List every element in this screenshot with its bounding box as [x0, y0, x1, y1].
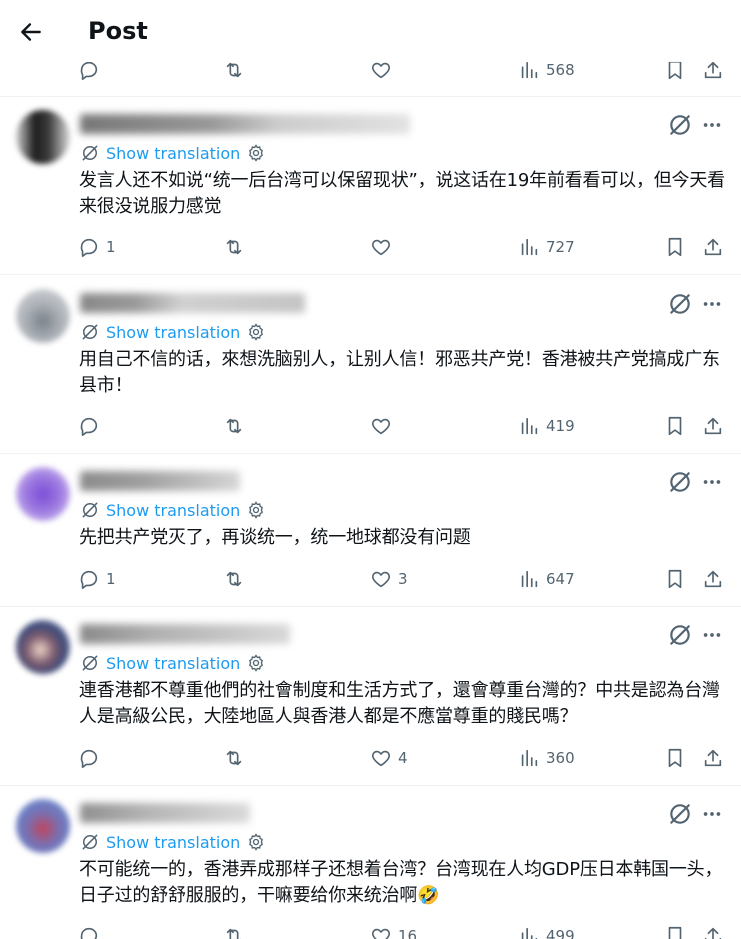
translation-settings-gear-icon[interactable] — [246, 143, 266, 163]
grok-translate-icon — [80, 322, 100, 342]
views-count: 727 — [546, 238, 575, 256]
share-button[interactable] — [702, 413, 724, 439]
action-bar: 16 499 — [78, 923, 728, 939]
more-options-icon[interactable] — [699, 112, 725, 138]
page-title: Post — [88, 17, 148, 45]
grok-icon[interactable] — [667, 622, 693, 648]
views-count: 360 — [546, 749, 575, 767]
reply-text: 发言人还不如说“统一后台湾可以保留现状”，说这话在19年前看看可以，但今天看来很… — [79, 170, 725, 217]
views-count: 647 — [546, 570, 575, 588]
action-bar: 1 727 — [78, 234, 728, 260]
like-button[interactable]: 4 — [370, 745, 408, 771]
repost-button[interactable] — [223, 745, 245, 771]
reply-text: 不可能统一的，香港弄成那样子还想着台湾？台湾现在人均GDP压日本韩国一头，日子过… — [79, 859, 723, 906]
grok-icon[interactable] — [667, 291, 693, 317]
reply-item[interactable]: Show translation 发言人还不如说“统一后台湾可以保留现状”，说这… — [0, 96, 741, 274]
reply-button[interactable]: 1 — [78, 566, 116, 592]
grok-translate-icon — [80, 832, 100, 852]
translation-row: Show translation — [80, 321, 266, 343]
avatar[interactable] — [16, 799, 70, 853]
reply-button[interactable] — [78, 745, 106, 771]
views-count: 499 — [546, 927, 575, 939]
views-button[interactable]: 499 — [518, 923, 575, 939]
show-translation-link[interactable]: Show translation — [106, 501, 240, 520]
repost-button[interactable] — [223, 923, 245, 939]
like-count: 3 — [398, 570, 408, 588]
views-button[interactable]: 727 — [518, 234, 575, 260]
bookmark-button[interactable] — [664, 566, 686, 592]
reply-count: 1 — [106, 238, 116, 256]
like-button[interactable]: 3 — [370, 566, 408, 592]
share-button[interactable] — [702, 745, 724, 771]
reply-item[interactable]: Show translation 先把共产党灭了，再谈统一，统一地球都没有问题 … — [0, 453, 741, 606]
grok-icon[interactable] — [667, 801, 693, 827]
author-name[interactable] — [80, 293, 305, 313]
share-button[interactable] — [702, 566, 724, 592]
show-translation-link[interactable]: Show translation — [106, 833, 240, 852]
like-button[interactable] — [370, 234, 398, 260]
avatar[interactable] — [16, 467, 70, 521]
grok-translate-icon — [80, 653, 100, 673]
author-name[interactable] — [80, 624, 290, 644]
share-button[interactable] — [702, 923, 724, 939]
bookmark-button[interactable] — [664, 413, 686, 439]
translation-row: Show translation — [80, 499, 266, 521]
action-bar: 419 — [78, 413, 728, 439]
show-translation-link[interactable]: Show translation — [106, 654, 240, 673]
show-translation-link[interactable]: Show translation — [106, 323, 240, 342]
back-arrow-icon[interactable] — [18, 19, 44, 45]
like-count: 4 — [398, 749, 408, 767]
reply-item[interactable]: Show translation 不可能统一的，香港弄成那样子还想着台湾？台湾现… — [0, 785, 741, 939]
author-name[interactable] — [80, 114, 410, 134]
reply-button[interactable]: 1 — [78, 234, 116, 260]
grok-translate-icon — [80, 143, 100, 163]
reply-text: 用自己不信的话，來想洗脑别人，让别人信！邪恶共产党！香港被共产党搞成广东县市！ — [79, 349, 720, 396]
translation-row: Show translation — [80, 142, 266, 164]
show-translation-link[interactable]: Show translation — [106, 144, 240, 163]
top-bar: Post — [0, 0, 741, 62]
reply-item[interactable]: Show translation 連香港都不尊重他們的社會制度和生活方式了，還會… — [0, 606, 741, 784]
author-name[interactable] — [80, 471, 240, 491]
translation-row: Show translation — [80, 831, 266, 853]
views-count: 419 — [546, 417, 575, 435]
like-button[interactable] — [370, 413, 398, 439]
translation-settings-gear-icon[interactable] — [246, 500, 266, 520]
views-button[interactable]: 360 — [518, 745, 575, 771]
repost-button[interactable] — [223, 234, 245, 260]
reply-text: 先把共产党灭了，再谈统一，统一地球都没有问题 — [79, 527, 471, 548]
more-options-icon[interactable] — [699, 801, 725, 827]
more-options-icon[interactable] — [699, 622, 725, 648]
translation-row: Show translation — [80, 652, 266, 674]
share-button[interactable] — [702, 234, 724, 260]
bookmark-button[interactable] — [664, 234, 686, 260]
more-options-icon[interactable] — [699, 469, 725, 495]
translation-settings-gear-icon[interactable] — [246, 832, 266, 852]
grok-icon[interactable] — [667, 469, 693, 495]
views-count: 568 — [546, 61, 575, 79]
bookmark-button[interactable] — [664, 923, 686, 939]
grok-icon[interactable] — [667, 112, 693, 138]
author-name[interactable] — [80, 803, 250, 823]
more-options-icon[interactable] — [699, 291, 725, 317]
action-bar: 1 3 647 — [78, 566, 728, 592]
translation-settings-gear-icon[interactable] — [246, 322, 266, 342]
translation-settings-gear-icon[interactable] — [246, 653, 266, 673]
reply-item[interactable]: Show translation 用自己不信的话，來想洗脑别人，让别人信！邪恶共… — [0, 275, 741, 453]
views-button[interactable]: 647 — [518, 566, 575, 592]
like-count: 16 — [398, 927, 418, 939]
avatar[interactable] — [16, 289, 70, 343]
avatar[interactable] — [16, 110, 70, 164]
reply-count: 1 — [106, 570, 116, 588]
reply-button[interactable] — [78, 923, 106, 939]
avatar[interactable] — [16, 620, 70, 674]
reply-button[interactable] — [78, 413, 106, 439]
reply-text: 連香港都不尊重他們的社會制度和生活方式了，還會尊重台灣的？中共是認為台灣人是高級… — [79, 680, 720, 727]
bookmark-button[interactable] — [664, 745, 686, 771]
like-button[interactable]: 16 — [370, 923, 417, 939]
grok-translate-icon — [80, 500, 100, 520]
repost-button[interactable] — [223, 413, 245, 439]
repost-button[interactable] — [223, 566, 245, 592]
action-bar: 4 360 — [78, 745, 728, 771]
views-button[interactable]: 419 — [518, 413, 575, 439]
